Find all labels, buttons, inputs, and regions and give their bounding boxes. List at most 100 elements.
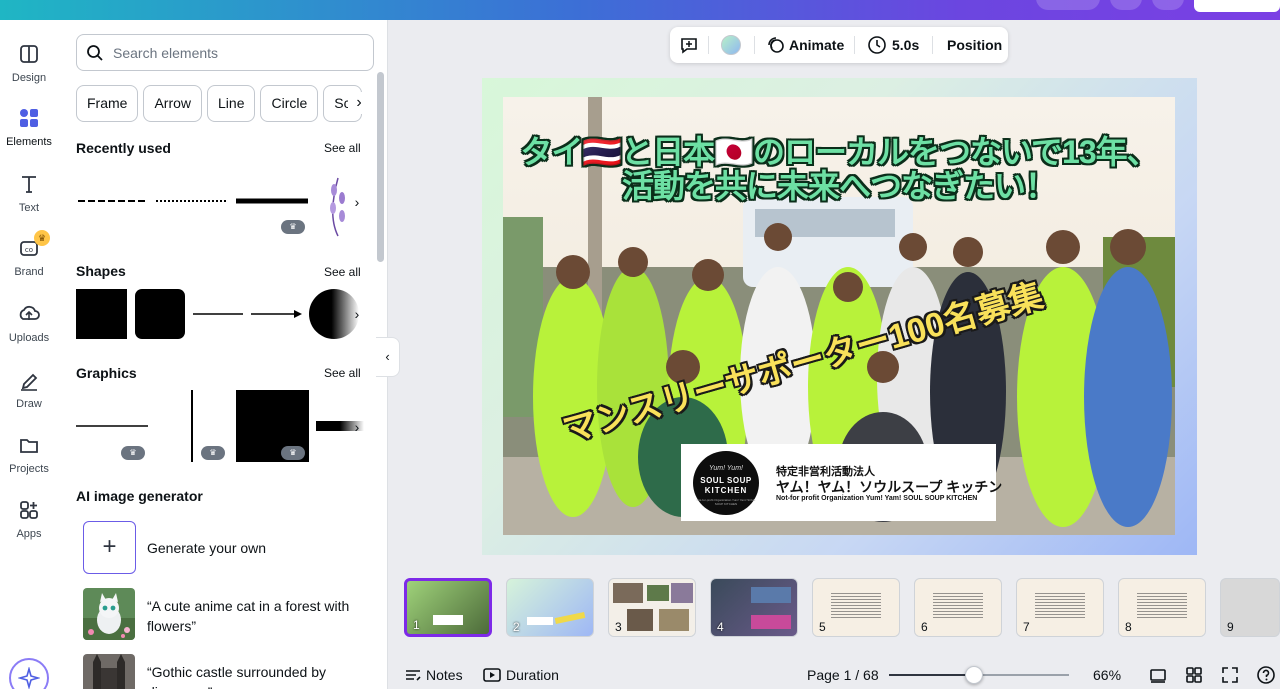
- group-photo[interactable]: タイ🇹🇭と日本🇯🇵のローカルをつないで13年、 活動を共に未来へつなぎたい！ マ…: [503, 97, 1175, 535]
- position-button[interactable]: Position: [947, 27, 1002, 63]
- avatar-group[interactable]: [1036, 0, 1100, 10]
- ai-prompt-item[interactable]: “A cute anime cat in a forest with flowe…: [83, 588, 373, 642]
- page-thumbnail[interactable]: 1: [404, 578, 492, 637]
- chip-arrow[interactable]: Arrow: [143, 85, 203, 122]
- rail-label: Uploads: [8, 332, 50, 344]
- pages-view-icon[interactable]: [1148, 665, 1168, 685]
- crown-icon: ♛: [281, 220, 305, 234]
- grid-view-icon[interactable]: [1184, 665, 1204, 685]
- magic-sparkle-button[interactable]: [9, 658, 49, 689]
- ai-generator-title: AI image generator: [76, 488, 203, 504]
- crown-icon: ♛: [201, 446, 225, 460]
- help-icon[interactable]: [1256, 665, 1276, 685]
- chevron-right-icon[interactable]: ›: [350, 304, 364, 324]
- chevron-right-icon[interactable]: ›: [350, 192, 364, 212]
- generate-own-label[interactable]: Generate your own: [147, 540, 266, 556]
- bottom-bar: Notes Duration Page 1 / 68 66%: [389, 660, 1280, 689]
- recently-used-title: Recently used: [76, 140, 171, 156]
- shapes-see-all[interactable]: See all: [324, 265, 361, 279]
- share-icon[interactable]: [1110, 0, 1142, 10]
- rail-projects[interactable]: Projects: [0, 431, 58, 475]
- rounded-square-shape: [135, 289, 185, 339]
- soul-soup-logo: Yum! Yum! SOUL SOUP KITCHEN Not-for-prof…: [693, 451, 759, 515]
- rail-draw[interactable]: Draw: [0, 366, 58, 410]
- background-color-swatch[interactable]: [721, 35, 741, 55]
- timer-icon: [868, 36, 886, 54]
- page-thumbnail[interactable]: 2: [506, 578, 594, 637]
- page-thumbnail[interactable]: 9: [1220, 578, 1280, 637]
- add-comment-icon[interactable]: [678, 34, 700, 56]
- gothic-castle-thumbnail: [83, 654, 135, 689]
- ai-prompt-item[interactable]: “Gothic castle surrounded by dinosaurs”: [83, 654, 373, 689]
- chevron-right-icon[interactable]: ›: [348, 92, 370, 114]
- duration-icon: [483, 668, 501, 682]
- duration-button[interactable]: 5.0s: [892, 27, 919, 63]
- search-box[interactable]: [76, 34, 374, 71]
- rail-label: Text: [18, 202, 40, 214]
- share-button[interactable]: [1194, 0, 1280, 12]
- chip-circle[interactable]: Circle: [260, 85, 319, 122]
- filter-chips: Frame Arrow Line Circle Sc: [76, 85, 376, 122]
- search-icon: [87, 45, 103, 61]
- fullscreen-icon[interactable]: [1220, 665, 1240, 685]
- duration-toggle-button[interactable]: Duration: [506, 664, 559, 686]
- rail-uploads[interactable]: Uploads: [0, 300, 58, 344]
- crown-icon: ♛: [34, 230, 50, 246]
- shapes-row: [76, 289, 359, 339]
- ai-prompt-text: “Gothic castle surrounded by dinosaurs”: [147, 664, 326, 689]
- graphics-title: Graphics: [76, 365, 137, 381]
- crown-icon: ♛: [121, 446, 145, 460]
- page-thumbnail[interactable]: 4: [710, 578, 798, 637]
- collapse-panel-button[interactable]: ‹: [376, 337, 400, 377]
- page-thumbnails: 1 2 3 4 5 6 7 8 9: [404, 578, 1280, 638]
- page-thumbnail[interactable]: 8: [1118, 578, 1206, 637]
- rail-elements[interactable]: Elements: [0, 104, 58, 148]
- org-english-name: Not-for profit Organization Yum! Yam! SO…: [776, 495, 978, 502]
- elements-panel: FrameArrowLineCircleSc › Recently used S…: [58, 20, 388, 689]
- page-thumbnail[interactable]: 6: [914, 578, 1002, 637]
- page-thumbnail[interactable]: 7: [1016, 578, 1104, 637]
- rail-apps[interactable]: Apps: [0, 496, 58, 540]
- sparkle-icon: [18, 667, 40, 689]
- notes-button[interactable]: Notes: [426, 664, 463, 686]
- zoom-level[interactable]: 66%: [1093, 664, 1121, 686]
- rail-label: Draw: [16, 398, 42, 410]
- top-header-bar: [0, 0, 1280, 20]
- page-thumbnail[interactable]: 3: [608, 578, 696, 637]
- present-icon[interactable]: [1152, 0, 1184, 10]
- elements-icon: [15, 104, 43, 132]
- apps-icon: [15, 496, 43, 524]
- design-icon: [15, 40, 43, 68]
- rail-label: Projects: [9, 463, 49, 475]
- page-indicator[interactable]: Page 1 / 68: [807, 664, 879, 686]
- rail-label: Brand: [14, 266, 44, 278]
- ai-prompt-text: “A cute anime cat in a forest with flowe…: [147, 598, 350, 634]
- rail-brand[interactable]: co ♛ Brand: [0, 230, 58, 278]
- slide-canvas[interactable]: タイ🇹🇭と日本🇯🇵のローカルをつないで13年、 活動を共に未来へつなぎたい！ マ…: [482, 78, 1197, 555]
- zoom-slider-knob[interactable]: [965, 666, 983, 684]
- uploads-icon: [15, 300, 43, 328]
- page-thumbnail[interactable]: 5: [812, 578, 900, 637]
- zoom-slider-fill: [889, 674, 974, 676]
- notes-icon: [406, 670, 421, 681]
- chip-frame[interactable]: Frame: [76, 85, 139, 122]
- chevron-right-icon[interactable]: ›: [350, 417, 364, 437]
- lavender-graphic-item: [330, 177, 345, 237]
- zoom-slider[interactable]: [889, 666, 1069, 684]
- chip-line[interactable]: Line: [207, 85, 256, 122]
- search-input[interactable]: [113, 43, 363, 63]
- recently-used-see-all[interactable]: See all: [324, 141, 361, 155]
- projects-icon: [15, 431, 43, 459]
- animate-icon: [768, 37, 784, 53]
- animate-button[interactable]: Animate: [789, 27, 844, 63]
- rail-design[interactable]: Design: [0, 40, 58, 84]
- rail-label: Design: [11, 72, 47, 84]
- organization-logo-box[interactable]: Yum! Yum! SOUL SOUP KITCHEN Not-for-prof…: [681, 444, 1002, 521]
- rail-text[interactable]: Text: [0, 170, 58, 214]
- panel-scrollbar[interactable]: [377, 72, 384, 262]
- slide-headline-line2[interactable]: 活動を共に未来へつなぎたい！: [503, 161, 1175, 207]
- plus-icon[interactable]: +: [83, 521, 136, 574]
- draw-icon: [15, 366, 43, 394]
- graphics-see-all[interactable]: See all: [324, 366, 361, 380]
- crown-icon: ♛: [281, 446, 305, 460]
